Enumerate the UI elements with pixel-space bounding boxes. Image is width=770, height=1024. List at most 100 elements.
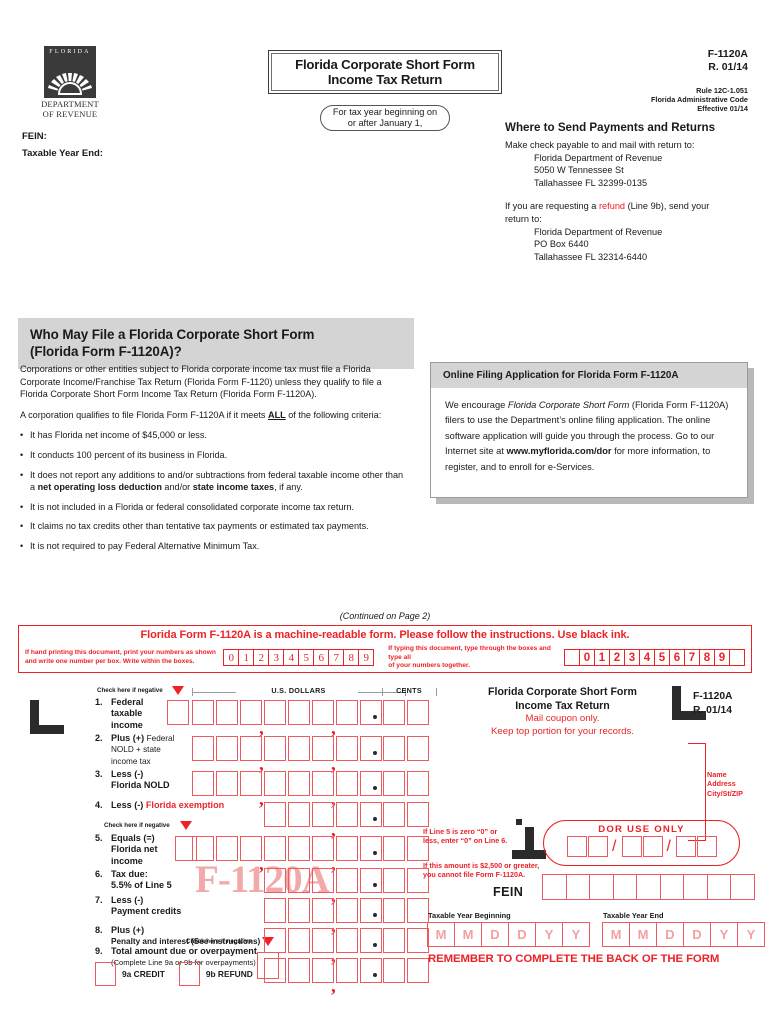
taxable-year-beginning-boxes[interactable]: MMDDYY [427, 922, 590, 947]
amount-digit-box[interactable] [216, 700, 238, 725]
amount-digit-box[interactable] [336, 928, 358, 953]
dor-box[interactable] [696, 836, 717, 857]
line-1-negative-checkbox[interactable] [167, 700, 189, 725]
cents-digit-box[interactable] [383, 736, 405, 761]
amount-digit-box[interactable] [360, 771, 382, 796]
amount-digit-box[interactable] [360, 958, 382, 983]
cents-digit-box[interactable] [407, 802, 429, 827]
amount-digit-box[interactable] [360, 736, 382, 761]
form-title-line2: Income Tax Return [327, 72, 443, 87]
amount-digit-box[interactable] [288, 898, 310, 923]
dor-box[interactable] [588, 836, 609, 857]
amount-digit-box[interactable] [264, 928, 286, 953]
amount-digit-box[interactable] [336, 736, 358, 761]
fein-digit-box[interactable] [589, 874, 614, 900]
cents-digit-box[interactable] [383, 771, 405, 796]
date-mask-box[interactable]: D [656, 922, 684, 947]
line-9-negative-checkbox[interactable] [257, 952, 279, 979]
date-mask-box[interactable]: Y [535, 922, 563, 947]
cents-digit-box[interactable] [383, 802, 405, 827]
amount-digit-box[interactable] [264, 836, 286, 861]
amount-digit-box[interactable] [288, 700, 310, 725]
amount-digit-box[interactable] [264, 898, 286, 923]
date-mask-box[interactable]: D [481, 922, 509, 947]
date-mask-box[interactable]: M [602, 922, 630, 947]
amount-digit-box[interactable] [192, 700, 214, 725]
date-mask-box[interactable]: Y [710, 922, 738, 947]
cents-digit-box[interactable] [383, 868, 405, 893]
amount-digit-box[interactable] [288, 928, 310, 953]
amount-digit-box[interactable] [288, 868, 310, 893]
fein-digit-box[interactable] [636, 874, 661, 900]
amount-digit-box[interactable] [192, 736, 214, 761]
amount-digit-box[interactable] [336, 958, 358, 983]
amount-digit-box[interactable] [360, 898, 382, 923]
digit-box: 3 [268, 649, 285, 667]
amount-digit-box[interactable] [216, 736, 238, 761]
cents-digit-box[interactable] [383, 898, 405, 923]
cents-digit-box[interactable] [383, 700, 405, 725]
amount-digit-box[interactable] [288, 802, 310, 827]
date-mask-box[interactable]: Y [562, 922, 590, 947]
fein-digit-box[interactable] [565, 874, 590, 900]
cents-digit-box[interactable] [383, 958, 405, 983]
amount-digit-box[interactable] [288, 736, 310, 761]
line-5-negative-checkbox[interactable] [175, 836, 197, 861]
dor-box[interactable] [642, 836, 663, 857]
fein-digit-box[interactable] [706, 874, 731, 900]
cents-digit-box[interactable] [383, 928, 405, 953]
cents-digit-box[interactable] [407, 958, 429, 983]
send-address1-line3: Tallahassee FL 32399-0135 [534, 177, 648, 188]
line-9b-refund-checkbox[interactable] [178, 962, 200, 986]
dor-box[interactable] [621, 836, 642, 857]
fein-digit-box[interactable] [542, 874, 567, 900]
date-mask-box[interactable]: M [454, 922, 482, 947]
list-item: It has Florida net income of $45,000 or … [20, 429, 410, 442]
taxable-year-end-boxes[interactable]: MMDDYY [602, 922, 765, 947]
line-9a-credit-checkbox[interactable] [95, 962, 116, 986]
fein-digit-box[interactable] [683, 874, 708, 900]
dor-website-link[interactable]: www.myflorida.com/dor [507, 446, 612, 456]
amount-digit-box[interactable] [360, 700, 382, 725]
amount-digit-box[interactable] [360, 868, 382, 893]
cents-digit-box[interactable] [407, 736, 429, 761]
cents-digit-box[interactable] [407, 898, 429, 923]
cents-digit-box[interactable] [407, 928, 429, 953]
column-header-dollars: U.S. DOLLARS [271, 686, 326, 695]
fein-digit-box[interactable] [730, 874, 755, 900]
dor-box[interactable] [567, 836, 588, 857]
amount-digit-box[interactable] [336, 802, 358, 827]
cents-digit-box[interactable] [407, 771, 429, 796]
amount-digit-box[interactable] [264, 736, 286, 761]
amount-digit-box[interactable] [336, 771, 358, 796]
amount-digit-box[interactable] [288, 771, 310, 796]
date-mask-box[interactable]: M [427, 922, 455, 947]
fein-digit-box[interactable] [659, 874, 684, 900]
date-mask-box[interactable]: D [508, 922, 536, 947]
date-mask-box[interactable]: Y [737, 922, 765, 947]
amount-digit-box[interactable] [336, 836, 358, 861]
amount-digit-box[interactable] [288, 836, 310, 861]
amount-digit-box[interactable] [264, 771, 286, 796]
amount-digit-box[interactable] [264, 700, 286, 725]
amount-digit-box[interactable] [336, 868, 358, 893]
cents-digit-box[interactable] [383, 836, 405, 861]
amount-digit-box[interactable] [336, 700, 358, 725]
amount-digit-box[interactable] [288, 958, 310, 983]
date-mask-box[interactable]: M [629, 922, 657, 947]
amount-digit-box[interactable] [216, 771, 238, 796]
amount-digit-box[interactable] [264, 868, 286, 893]
amount-digit-box[interactable] [216, 836, 238, 861]
amount-digit-box[interactable] [264, 802, 286, 827]
amount-digit-box[interactable] [360, 802, 382, 827]
amount-digit-box[interactable] [360, 836, 382, 861]
address-block-label: Name Address City/St/ZIP [707, 770, 743, 798]
date-mask-box[interactable]: D [683, 922, 711, 947]
fein-digit-box[interactable] [612, 874, 637, 900]
dor-box[interactable] [675, 836, 696, 857]
amount-digit-box[interactable] [360, 928, 382, 953]
amount-digit-box[interactable] [192, 771, 214, 796]
amount-digit-box[interactable] [336, 898, 358, 923]
cents-digit-box[interactable] [407, 700, 429, 725]
fein-input-boxes[interactable] [542, 874, 755, 900]
